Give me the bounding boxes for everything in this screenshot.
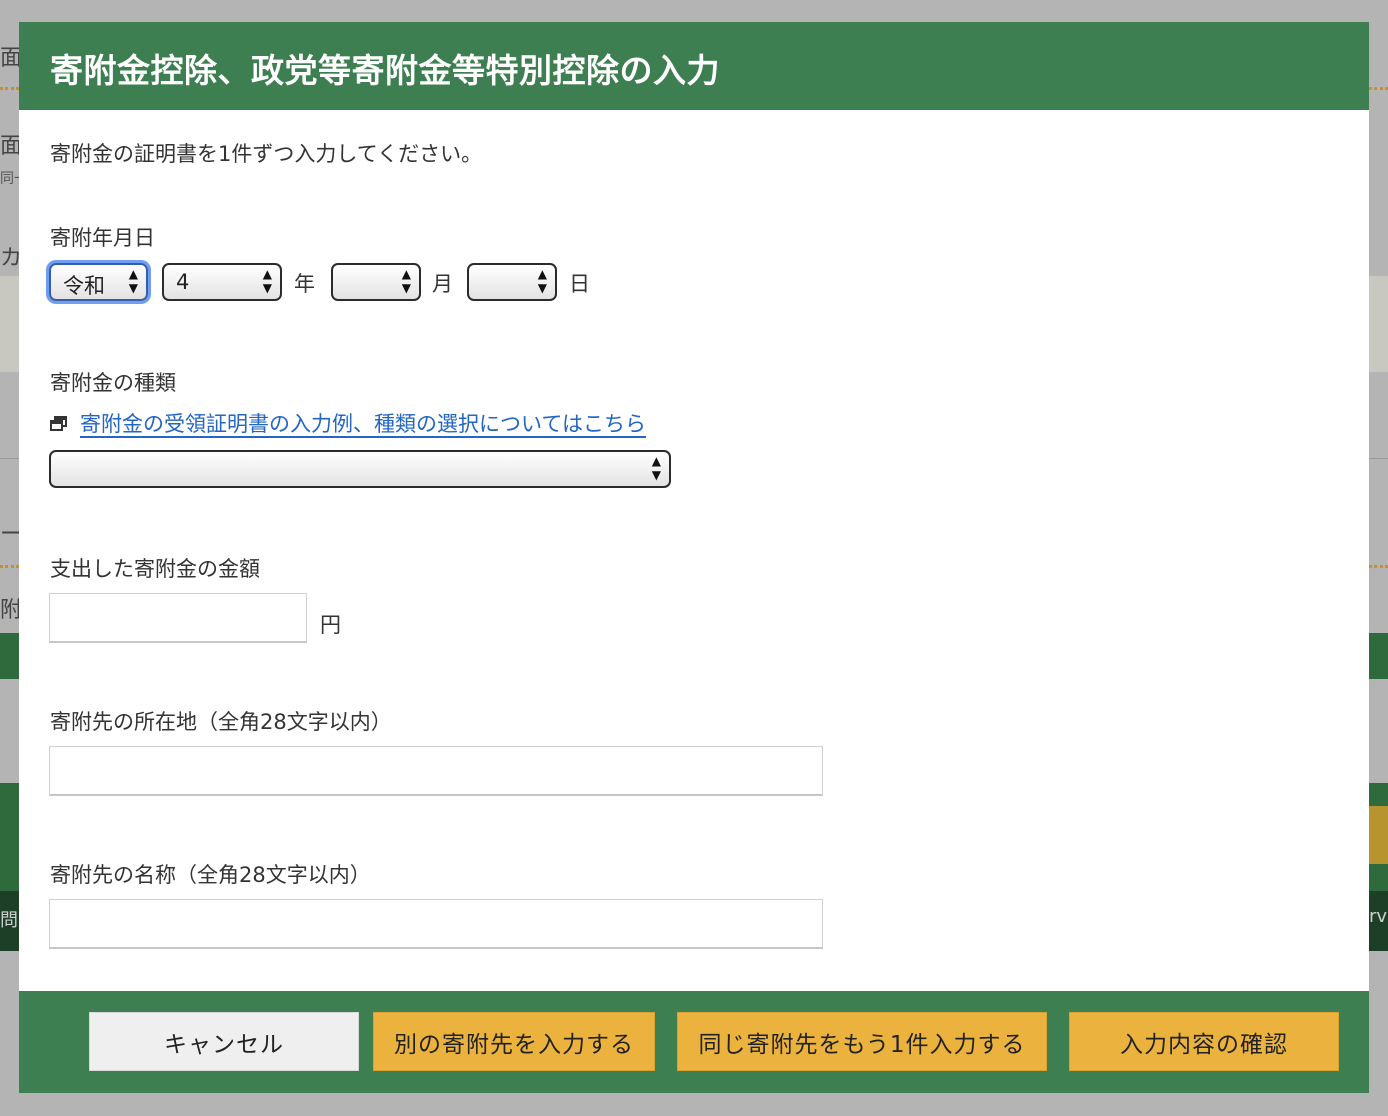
- bg-dotted-divider: [1369, 87, 1388, 90]
- bg-dotted-divider: [0, 87, 19, 90]
- year-select-value: 4: [176, 270, 190, 294]
- dialog-title: 寄附金控除、政党等寄附金等特別控除の入力: [50, 51, 720, 90]
- recipient-name-input[interactable]: [49, 899, 823, 949]
- confirm-input-button[interactable]: 入力内容の確認: [1069, 1012, 1339, 1071]
- bg-dotted-divider: [1369, 565, 1388, 568]
- yen-unit: 円: [320, 613, 341, 637]
- month-select[interactable]: ▲ ▼: [331, 263, 421, 301]
- enter-another-recipient-button[interactable]: 別の寄附先を入力する: [373, 1012, 655, 1071]
- month-unit: 月: [432, 272, 453, 296]
- dialog-header: 寄附金控除、政党等寄附金等特別控除の入力: [19, 22, 1369, 110]
- era-select[interactable]: 令和 ▲ ▼: [49, 263, 148, 301]
- day-select[interactable]: ▲ ▼: [467, 263, 557, 301]
- donation-type-select[interactable]: ▲ ▼: [49, 450, 671, 488]
- bg-gold-button: [1369, 806, 1388, 864]
- intro-text: 寄附金の証明書を1件ずつ入力してください。: [50, 142, 483, 166]
- day-unit: 日: [569, 272, 590, 296]
- year-unit: 年: [294, 272, 315, 296]
- year-select[interactable]: 4 ▲ ▼: [162, 263, 282, 301]
- select-arrows-icon: ▲ ▼: [128, 267, 138, 295]
- recipient-name-label: 寄附先の名称（全角28文字以内）: [50, 863, 371, 887]
- select-arrows-icon: ▲ ▼: [537, 267, 547, 295]
- cancel-button[interactable]: キャンセル: [89, 1012, 359, 1071]
- new-window-icon: [50, 416, 68, 432]
- bg-dotted-divider: [0, 565, 19, 568]
- donation-amount-label: 支出した寄附金の金額: [50, 557, 260, 581]
- select-arrows-icon: ▲ ▼: [651, 454, 661, 482]
- donation-date-label: 寄附年月日: [50, 226, 155, 250]
- select-arrows-icon: ▲ ▼: [401, 267, 411, 295]
- era-select-value: 令和: [63, 274, 105, 298]
- recipient-address-input[interactable]: [49, 746, 823, 796]
- donation-type-label: 寄附金の種類: [50, 371, 176, 395]
- donation-deduction-dialog: 寄附金控除、政党等寄附金等特別控除の入力 寄附金の証明書を1件ずつ入力してくださ…: [19, 22, 1369, 1093]
- select-arrows-icon: ▲ ▼: [262, 267, 272, 295]
- donation-amount-input[interactable]: [49, 593, 307, 643]
- bg-fragment: rv: [1369, 906, 1388, 927]
- donation-type-help-link[interactable]: 寄附金の受領証明書の入力例、種類の選択についてはこちら: [80, 408, 646, 438]
- recipient-address-label: 寄附先の所在地（全角28文字以内）: [50, 710, 392, 734]
- enter-same-recipient-again-button[interactable]: 同じ寄附先をもう1件入力する: [677, 1012, 1047, 1071]
- dialog-footer: キャンセル 別の寄附先を入力する 同じ寄附先をもう1件入力する 入力内容の確認: [19, 991, 1369, 1093]
